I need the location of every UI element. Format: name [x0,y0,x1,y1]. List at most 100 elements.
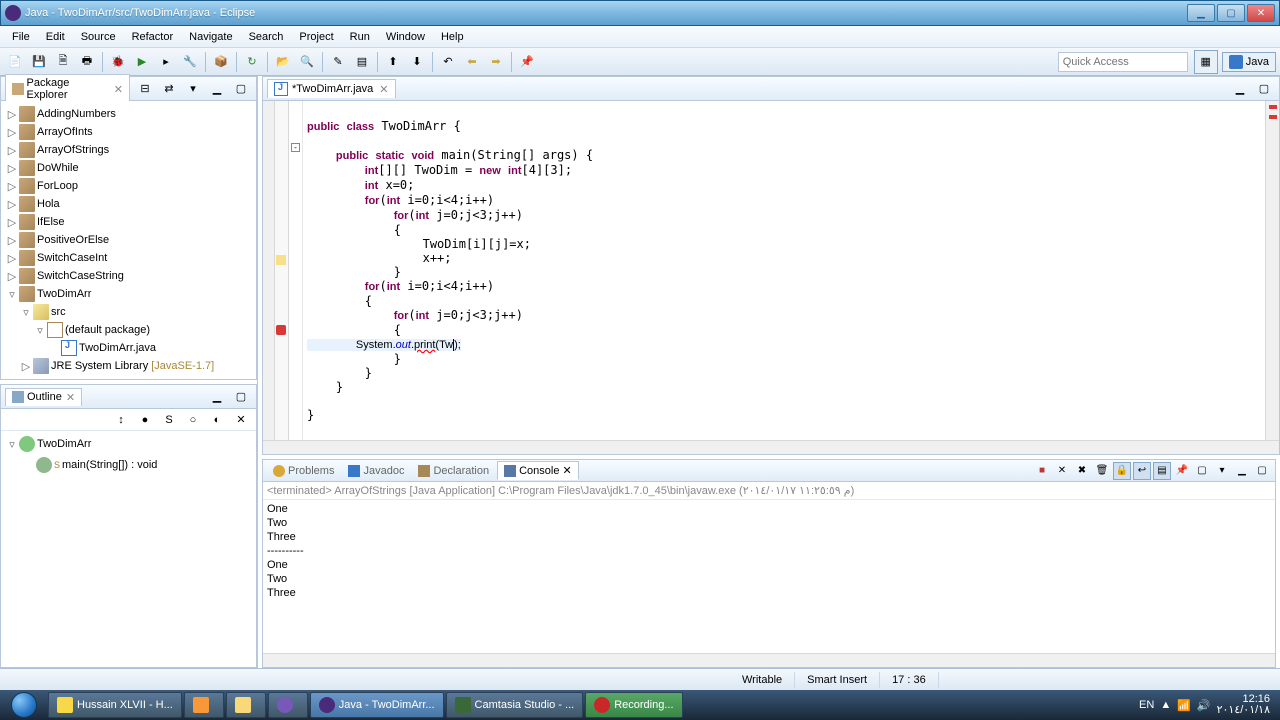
menu-edit[interactable]: Edit [38,29,73,45]
quick-access-input[interactable] [1058,52,1188,72]
taskbar-item[interactable] [268,692,308,718]
last-edit-button[interactable]: ↶ [437,51,459,73]
minimize-view-button[interactable]: ▁ [206,78,228,100]
hide-local-button[interactable]: ◐ [206,409,228,431]
save-button[interactable]: 💾 [28,51,50,73]
refresh-button[interactable]: ↻ [241,51,263,73]
hide-fields-button[interactable]: ● [134,409,156,431]
minimize-button[interactable]: ▁ [1187,4,1215,22]
pin-console-button[interactable]: 📌 [1173,462,1191,480]
word-wrap-button[interactable]: ↩ [1133,462,1151,480]
view-menu-button[interactable]: ▾ [182,78,204,100]
display-selected-button[interactable]: ▢ [1193,462,1211,480]
menu-source[interactable]: Source [73,29,124,45]
scroll-lock-button[interactable]: 🔒 [1113,462,1131,480]
open-console-button[interactable]: ▾ [1213,462,1231,480]
clock[interactable]: 12:16 ٢٠١٤/٠١/١٨ [1217,694,1270,716]
maximize-view-button[interactable]: ▢ [1253,78,1275,100]
menu-refactor[interactable]: Refactor [124,29,182,45]
minimize-view-button[interactable]: ▁ [1233,462,1251,480]
close-icon[interactable]: ✕ [114,83,123,96]
taskbar-item[interactable] [184,692,224,718]
menu-help[interactable]: Help [433,29,472,45]
pin-button[interactable]: 📌 [516,51,538,73]
close-icon[interactable]: ✕ [562,464,571,477]
hide-static-button[interactable]: S [158,409,180,431]
focus-button[interactable]: ✕ [230,409,252,431]
horizontal-scrollbar[interactable] [263,653,1275,667]
menu-project[interactable]: Project [291,29,341,45]
search-button[interactable]: 🔍 [296,51,318,73]
open-type-button[interactable]: 📂 [272,51,294,73]
collapse-all-button[interactable]: ⊟ [134,78,156,100]
show-console-button[interactable]: ▤ [1153,462,1171,480]
menu-search[interactable]: Search [241,29,292,45]
external-tools-button[interactable]: 🔧 [179,51,201,73]
taskbar-item[interactable] [226,692,266,718]
menu-run[interactable]: Run [342,29,378,45]
save-all-button[interactable]: 🗎 [52,51,74,73]
run-button[interactable]: ▶ [131,51,153,73]
fold-toggle-icon[interactable]: - [291,143,300,152]
hide-nonpublic-button[interactable]: ○ [182,409,204,431]
tab-problems[interactable]: Problems [267,463,340,479]
tab-console[interactable]: Console✕ [497,461,579,480]
tray-volume-icon[interactable]: 🔊 [1197,699,1211,712]
close-icon[interactable]: ✕ [66,391,75,404]
code-editor[interactable]: - public class TwoDimArr { public static… [263,101,1279,440]
menu-window[interactable]: Window [378,29,433,45]
link-editor-button[interactable]: ⇄ [158,78,180,100]
editor-tab[interactable]: *TwoDimArr.java ✕ [267,79,396,98]
open-perspective-button[interactable]: ▦ [1194,50,1218,74]
annotation-next-button[interactable]: ⬇ [406,51,428,73]
code-area[interactable]: public class TwoDimArr { public static v… [303,101,1265,440]
maximize-view-button[interactable]: ▢ [230,386,252,408]
java-perspective-button[interactable]: Java [1222,52,1276,72]
outline-tree[interactable]: ▿TwoDimArr Smain(String[]) : void [1,431,256,667]
horizontal-scrollbar[interactable] [263,440,1279,454]
tray-flag-icon[interactable]: ▲ [1160,699,1171,711]
taskbar-item[interactable]: Camtasia Studio - ... [446,692,584,718]
menu-file[interactable]: File [4,29,38,45]
debug-button[interactable]: 🐞 [107,51,129,73]
maximize-view-button[interactable]: ▢ [230,78,252,100]
new-package-button[interactable]: 📦 [210,51,232,73]
remove-launch-button[interactable]: ✕ [1053,462,1071,480]
tab-declaration[interactable]: Declaration [412,463,495,479]
outline-tab[interactable]: Outline ✕ [5,388,82,406]
system-tray[interactable]: EN ▲ 📶 🔊 12:16 ٢٠١٤/٠١/١٨ [1131,694,1278,716]
start-button[interactable] [2,690,46,720]
toggle-mark-button[interactable]: ✎ [327,51,349,73]
language-indicator[interactable]: EN [1139,699,1154,711]
error-marker-icon[interactable] [276,325,286,335]
close-button[interactable]: ✕ [1247,4,1275,22]
menu-navigate[interactable]: Navigate [181,29,240,45]
minimize-view-button[interactable]: ▁ [1229,78,1251,100]
package-explorer-tree[interactable]: ▷AddingNumbers ▷ArrayOfInts ▷ArrayOfStri… [1,101,256,379]
back-button[interactable]: ⬅ [461,51,483,73]
maximize-button[interactable]: ▢ [1217,4,1245,22]
toggle-breadcrumb-button[interactable]: ▤ [351,51,373,73]
annotation-prev-button[interactable]: ⬆ [382,51,404,73]
forward-button[interactable]: ➡ [485,51,507,73]
close-icon[interactable]: ✕ [379,83,388,96]
print-button[interactable]: 🖶 [76,51,98,73]
taskbar-item[interactable]: Hussain XLVII - H... [48,692,182,718]
remove-all-button[interactable]: ✖ [1073,462,1091,480]
taskbar-item-eclipse[interactable]: Java - TwoDimArr... [310,692,444,718]
console-output[interactable]: One Two Three ---------- One Two Three [263,500,1275,653]
maximize-view-button[interactable]: ▢ [1253,462,1271,480]
overview-error-icon[interactable] [1269,105,1277,109]
tab-javadoc[interactable]: Javadoc [342,463,410,479]
package-explorer-tab[interactable]: Package Explorer ✕ [5,74,130,103]
taskbar-item-recording[interactable]: Recording... [585,692,682,718]
clear-console-button[interactable]: 🗑 [1093,462,1111,480]
terminate-button[interactable]: ■ [1033,462,1051,480]
overview-error-icon[interactable] [1269,115,1277,119]
minimize-view-button[interactable]: ▁ [206,386,228,408]
run-last-button[interactable]: ▸ [155,51,177,73]
warning-marker-icon[interactable] [276,255,286,265]
sort-button[interactable]: ↕ [110,409,132,431]
tray-network-icon[interactable]: 📶 [1177,699,1191,712]
new-button[interactable]: 📄 [4,51,26,73]
